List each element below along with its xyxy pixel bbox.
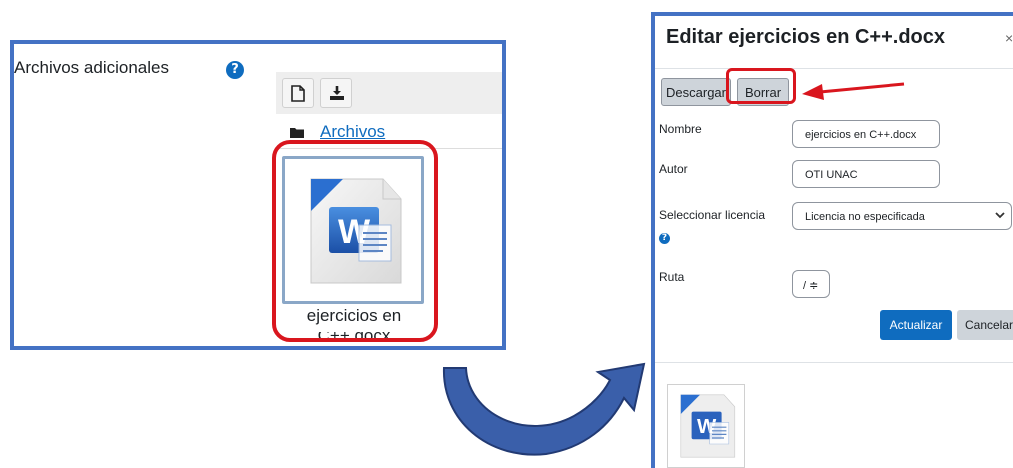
download-button[interactable]: Descargar bbox=[661, 78, 731, 106]
path-link-archivos[interactable]: Archivos bbox=[320, 122, 385, 142]
name-label: Nombre bbox=[659, 122, 702, 136]
add-file-button[interactable] bbox=[282, 78, 314, 108]
license-label: Seleccionar licencia bbox=[659, 208, 766, 222]
name-field[interactable]: ejercicios en C++.docx bbox=[792, 120, 940, 148]
cancel-button[interactable]: Cancelar bbox=[957, 310, 1013, 340]
author-field[interactable]: OTI UNAC bbox=[792, 160, 940, 188]
highlight-outline-file bbox=[272, 140, 438, 342]
license-select[interactable]: Licencia no especificada bbox=[792, 202, 1012, 230]
close-icon[interactable]: × bbox=[1005, 30, 1013, 46]
divider bbox=[655, 68, 1013, 69]
license-help-icon[interactable]: ? bbox=[659, 233, 670, 244]
path-label: Ruta bbox=[659, 270, 685, 284]
license-select-value: Licencia no especificada bbox=[805, 211, 925, 223]
update-button[interactable]: Actualizar bbox=[880, 310, 952, 340]
help-icon[interactable]: ? bbox=[226, 61, 244, 79]
dialog-title: Editar ejercicios en C++.docx bbox=[666, 26, 946, 48]
file-preview: W bbox=[667, 384, 745, 468]
file-manager-toolbar bbox=[276, 72, 502, 114]
author-label: Autor bbox=[659, 162, 688, 176]
path-select[interactable]: / ≑ bbox=[792, 270, 830, 298]
arrow-left-icon bbox=[802, 82, 905, 100]
word-document-icon: W bbox=[680, 394, 736, 458]
file-icon bbox=[291, 85, 305, 102]
curved-arrow-icon bbox=[442, 362, 646, 456]
download-icon bbox=[330, 86, 344, 100]
files-label: Archivos adicionales bbox=[14, 58, 169, 77]
download-all-button[interactable] bbox=[320, 78, 352, 108]
chevron-down-icon bbox=[995, 212, 1005, 219]
highlight-outline-delete bbox=[726, 68, 796, 104]
divider bbox=[655, 362, 1013, 363]
folder-icon bbox=[290, 128, 304, 138]
